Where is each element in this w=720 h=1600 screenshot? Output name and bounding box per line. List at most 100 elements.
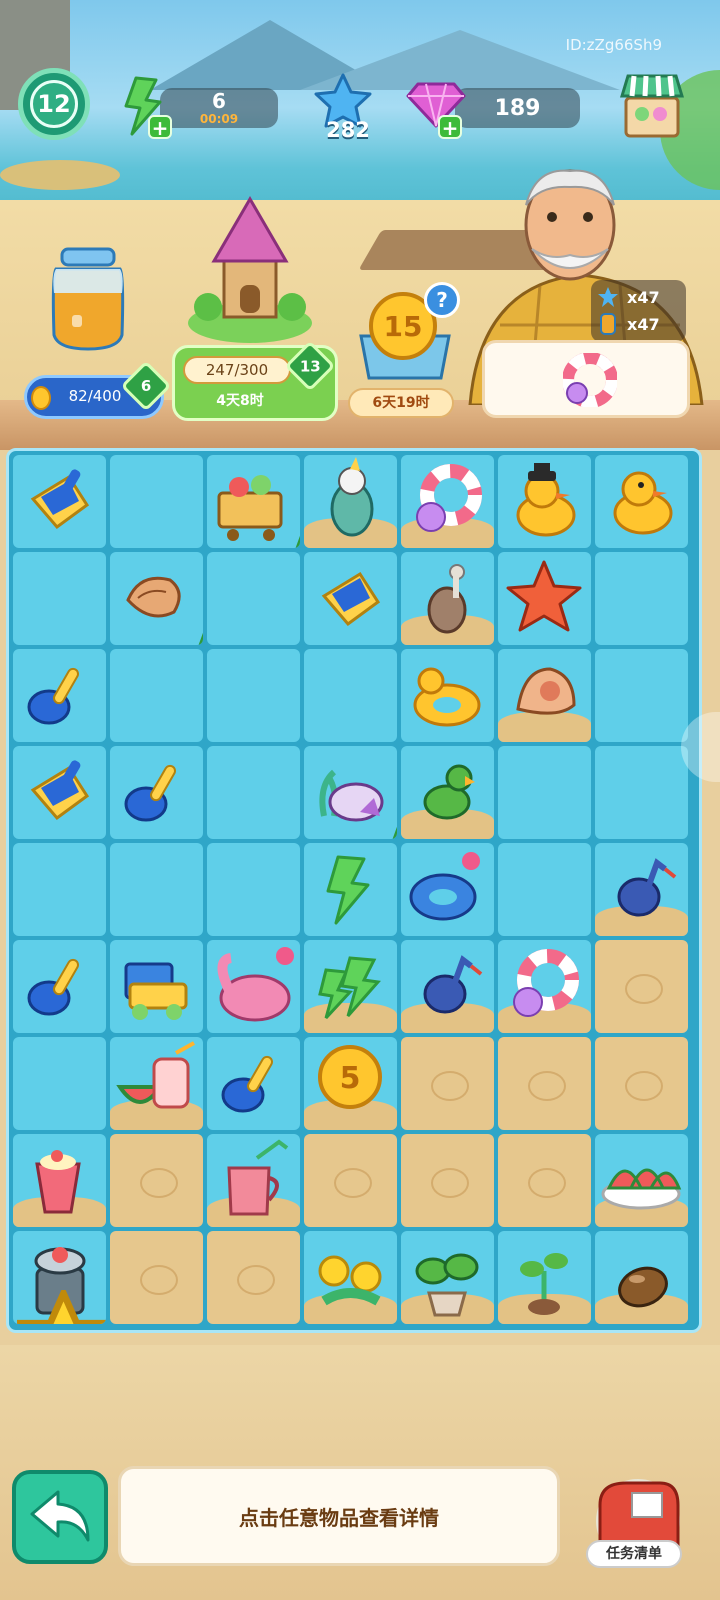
board-cell[interactable]	[595, 1134, 688, 1227]
sand-tile[interactable]	[110, 1134, 203, 1227]
house-timer: 4天8时	[216, 393, 264, 409]
coin-tile-value: 5	[340, 1061, 361, 1096]
shop-stall-icon[interactable]	[620, 70, 684, 140]
energy-value: 6	[212, 89, 226, 113]
board-cell[interactable]	[13, 649, 106, 742]
board-cell[interactable]	[304, 649, 397, 742]
shovel-icon	[27, 958, 79, 1016]
swim-ring-icon	[416, 464, 482, 532]
hint-box: 点击任意物品查看详情	[118, 1466, 560, 1566]
starfish-icon	[506, 560, 582, 632]
board-cell[interactable]	[13, 1037, 106, 1130]
board-cell[interactable]	[498, 649, 591, 742]
task-list-label[interactable]: 任务清单	[586, 1540, 682, 1568]
board-cell[interactable]	[13, 455, 106, 548]
sand-tile[interactable]	[498, 1037, 591, 1130]
board-cell[interactable]	[110, 649, 203, 742]
board-cell[interactable]	[304, 746, 397, 839]
order-card[interactable]	[482, 340, 690, 418]
gem-count: 189	[494, 95, 541, 121]
board-cell[interactable]	[595, 746, 688, 839]
add-gems-button[interactable]: +	[438, 115, 462, 139]
board-cell[interactable]	[401, 455, 494, 548]
board-cell[interactable]	[110, 843, 203, 936]
tower-house-icon[interactable]	[180, 195, 320, 345]
gold-coin-icon: 5	[318, 1045, 382, 1109]
board-cell[interactable]	[498, 455, 591, 548]
sand-tile[interactable]	[207, 1231, 300, 1324]
add-energy-button[interactable]: +	[148, 115, 172, 139]
board-cell[interactable]	[304, 552, 397, 645]
juice-jar-icon[interactable]	[48, 245, 128, 355]
energy-timer: 00:09	[199, 112, 239, 126]
energy-mini-icon	[177, 613, 203, 645]
double-bolt-icon	[318, 956, 381, 1020]
board-cell[interactable]	[304, 455, 397, 548]
board-cell[interactable]	[304, 843, 397, 936]
board-cell[interactable]	[110, 552, 203, 645]
board-cell[interactable]	[401, 1231, 494, 1324]
board-cell[interactable]	[207, 940, 300, 1033]
coin-timer: 6天19时	[348, 388, 454, 418]
board-cell[interactable]	[13, 1134, 106, 1227]
star-count: 282	[326, 118, 370, 142]
shovel-icon	[221, 1055, 273, 1113]
board-cell[interactable]	[401, 843, 494, 936]
swim-ring-icon	[513, 949, 579, 1017]
board-cell[interactable]	[110, 1037, 203, 1130]
board-cell[interactable]	[498, 843, 591, 936]
board-cell[interactable]	[207, 746, 300, 839]
board-cell[interactable]	[110, 455, 203, 548]
shark-float-icon	[409, 852, 480, 921]
sand-tile[interactable]	[595, 1037, 688, 1130]
level-badge[interactable]: 12	[18, 68, 90, 140]
back-button[interactable]	[12, 1470, 108, 1564]
sand-tile[interactable]	[110, 1231, 203, 1324]
board-cell[interactable]	[13, 552, 106, 645]
duck-floatie-icon	[413, 667, 481, 727]
sand-tile[interactable]	[401, 1037, 494, 1130]
shovel-icon	[27, 667, 79, 725]
board-cell[interactable]	[498, 746, 591, 839]
energy-counter[interactable]: 6 00:09	[160, 88, 278, 128]
board-cell[interactable]	[207, 1037, 300, 1130]
board-cell[interactable]	[304, 1231, 397, 1324]
board-cell[interactable]	[207, 455, 300, 548]
board-cell[interactable]	[401, 940, 494, 1033]
board-cell[interactable]	[595, 552, 688, 645]
yellow-flowers-icon	[318, 1255, 382, 1306]
board-cell[interactable]	[595, 843, 688, 936]
sand-tile[interactable]	[304, 1134, 397, 1227]
board-cell[interactable]	[595, 649, 688, 742]
sand-tile[interactable]	[401, 1134, 494, 1227]
gem-counter[interactable]: 189	[455, 88, 580, 128]
board-cell[interactable]	[13, 746, 106, 839]
shell-icon	[516, 667, 576, 715]
level-value: 12	[30, 80, 78, 128]
board-cell[interactable]	[498, 940, 591, 1033]
sand-tile[interactable]	[498, 1134, 591, 1227]
board-cell[interactable]	[595, 455, 688, 548]
sprout-icon	[520, 1253, 568, 1315]
board-cell[interactable]	[207, 552, 300, 645]
board-cell[interactable]	[401, 746, 494, 839]
board-cell[interactable]	[401, 552, 494, 645]
board-cell[interactable]	[207, 1134, 300, 1227]
board-cell[interactable]	[110, 746, 203, 839]
board-cell[interactable]	[110, 940, 203, 1033]
board-cell[interactable]: 5	[304, 1037, 397, 1130]
board-cell[interactable]	[13, 843, 106, 936]
reward-star-count: x47	[627, 287, 660, 307]
board-cell[interactable]	[498, 552, 591, 645]
board-cell[interactable]	[595, 1231, 688, 1324]
board-cell[interactable]	[207, 843, 300, 936]
board-cell[interactable]	[304, 940, 397, 1033]
blue-bird-icon	[617, 858, 677, 917]
board-cell[interactable]	[207, 649, 300, 742]
sand-tile[interactable]	[595, 940, 688, 1033]
board-cell[interactable]	[13, 940, 106, 1033]
cockatoo-icon	[330, 457, 374, 537]
board-cell[interactable]	[13, 1231, 106, 1324]
board-cell[interactable]	[401, 649, 494, 742]
board-cell[interactable]	[498, 1231, 591, 1324]
